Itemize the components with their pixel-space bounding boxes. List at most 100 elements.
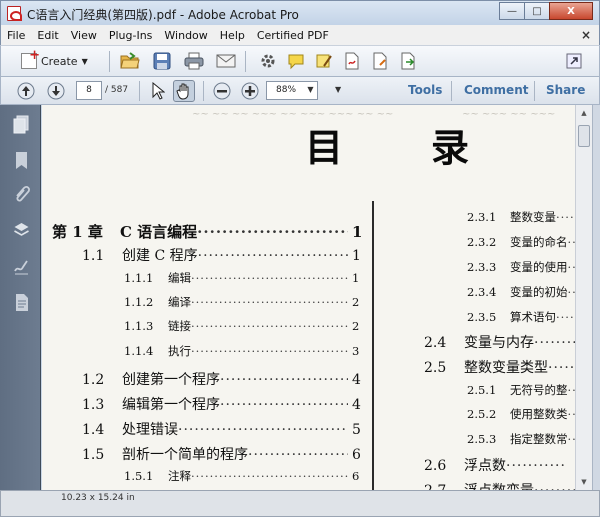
minimize-button[interactable]: —: [499, 2, 525, 20]
acrobat-app-icon[interactable]: [7, 6, 22, 21]
toc-leader-dots: ········································…: [534, 335, 575, 351]
toc-entry-page: 2: [352, 319, 360, 333]
layers-icon[interactable]: [13, 221, 30, 240]
toc-leader-dots: ········································…: [197, 248, 348, 264]
toc-leader-dots: ········································…: [567, 383, 576, 397]
toc-entry-page: 5: [352, 422, 361, 438]
toc-entry-number: 第 1 章: [52, 223, 103, 241]
scroll-up-icon[interactable]: ▲: [576, 105, 592, 121]
toc-entry-number: 2.6: [424, 458, 447, 474]
toc-entry-title: 算术语句: [510, 310, 556, 324]
scroll-down-icon[interactable]: ▼: [576, 474, 592, 490]
sign-document-icon[interactable]: [341, 50, 363, 72]
toc-leader-dots: ········································…: [220, 372, 348, 388]
toc-entry-number: 1.1.4: [124, 344, 154, 358]
toc-entry: 1.2 创建第一个程序······························…: [82, 369, 361, 389]
vertical-scrollbar[interactable]: ▲ ▼: [575, 105, 592, 490]
toc-entry-number: 2.5.1: [467, 383, 497, 397]
menu-certified-pdf[interactable]: Certified PDF: [251, 29, 335, 42]
toc-entry-title: 指定整数常: [510, 432, 568, 446]
previous-page-icon[interactable]: [15, 80, 37, 102]
signatures-icon[interactable]: [13, 257, 30, 276]
highlight-pen-icon[interactable]: [313, 50, 335, 72]
toc-entry: 1.1.2 编译 ·································…: [124, 294, 359, 310]
toc-leader-dots: ········································…: [197, 223, 348, 241]
toc-entry: 2.3.3 变量的使用······························…: [467, 259, 575, 275]
document-close-icon[interactable]: ×: [581, 28, 591, 42]
save-icon[interactable]: [151, 50, 173, 72]
zoom-in-icon[interactable]: [239, 80, 261, 102]
document-view[interactable]: ~~ ~~ ~~ ~~~ ~~ ~~~ ~~~ ~~ ~~ ~~ ~~~ ~~ …: [42, 105, 575, 490]
toc-entry-number: 1.5.1: [124, 469, 154, 483]
toc-entry-number: 1.4: [82, 422, 105, 438]
scrollbar-thumb[interactable]: [578, 125, 590, 147]
comment-pane-button[interactable]: Comment: [464, 83, 528, 97]
toc-leader-dots: ········································…: [548, 360, 575, 376]
next-page-icon[interactable]: [45, 80, 67, 102]
select-cursor-icon[interactable]: [147, 80, 169, 102]
navigation-toolbar: 8 / 587 88% ▼ ▼ Tools Comment Share: [0, 77, 600, 105]
toc-leader-dots: ········································…: [567, 432, 576, 446]
menu-window[interactable]: Window: [158, 29, 213, 42]
column-divider: [372, 201, 374, 490]
toc-leader-dots: ········································…: [178, 422, 348, 438]
more-tools-dropdown-icon[interactable]: ▼: [335, 85, 341, 94]
toc-entry: 2.5.1 无符号的整······························…: [467, 382, 575, 398]
toc-leader-dots: ········································…: [567, 285, 576, 299]
hand-tool-icon[interactable]: [173, 80, 195, 102]
toc-entry-title: 变量与内存: [464, 335, 534, 351]
toc-entry-number: 2.3.3: [467, 260, 497, 274]
toc-leader-dots: ········································…: [191, 271, 348, 285]
tools-pane-button[interactable]: Tools: [408, 83, 442, 97]
open-folder-icon[interactable]: [119, 50, 141, 72]
toc-entry-number: 2.3.5: [467, 310, 497, 324]
toc-entry-title: 创建第一个程序: [122, 372, 220, 388]
page-thumbnails-icon[interactable]: [13, 115, 30, 134]
toc-entry-title: 执行: [168, 344, 191, 358]
expand-icon[interactable]: [563, 50, 585, 72]
toc-entry-number: 2.5.2: [467, 407, 497, 421]
print-icon[interactable]: [183, 50, 205, 72]
toc-entry-title: 无符号的整: [510, 383, 568, 397]
attachments-paperclip-icon[interactable]: [13, 185, 30, 204]
toc-leader-dots: ········································…: [191, 319, 348, 333]
bookmarks-icon[interactable]: [13, 151, 30, 170]
toc-title-char-1: 目: [305, 125, 344, 170]
menu-file[interactable]: File: [1, 29, 31, 42]
toc-entry: 1.1 创建 C 程序 ······························…: [82, 245, 361, 265]
toc-entry-number: 2.3.1: [467, 210, 497, 224]
toc-entry: 2.3.5 算术语句·······························…: [467, 309, 575, 325]
toc-entry: 2.6 浮点数··································…: [424, 455, 566, 475]
page-number-input[interactable]: 8: [76, 81, 102, 100]
toc-entry-title: 变量的初始: [510, 285, 568, 299]
toc-leader-dots: ········································…: [567, 260, 576, 274]
toc-entry-title: 整数变量: [510, 210, 556, 224]
settings-gear-icon[interactable]: [257, 50, 279, 72]
create-label: Create: [41, 54, 78, 68]
toc-title-char-2: 录: [431, 125, 470, 170]
toc-entry-page: 1: [352, 223, 363, 241]
toc-leader-dots: ········································…: [567, 407, 576, 421]
email-icon[interactable]: [215, 50, 237, 72]
menu-help[interactable]: Help: [214, 29, 251, 42]
menu-view[interactable]: View: [65, 29, 103, 42]
zoom-out-icon[interactable]: [211, 80, 233, 102]
toc-leader-dots: ········································…: [191, 344, 348, 358]
menu-plug-ins[interactable]: Plug-Ins: [103, 29, 159, 42]
export-document-icon[interactable]: [397, 50, 419, 72]
toc-entry-title: 编译: [168, 295, 191, 309]
toc-entry-title: 剖析一个简单的程序: [122, 447, 248, 463]
pdf-document-icon[interactable]: [369, 50, 391, 72]
close-button[interactable]: X: [549, 2, 593, 20]
toc-entry-title: 链接: [168, 319, 191, 333]
content-document-icon[interactable]: [13, 293, 30, 312]
share-pane-button[interactable]: Share: [546, 83, 585, 97]
toc-entry-page: 2: [352, 295, 360, 309]
create-button[interactable]: Create ▼: [15, 48, 94, 72]
zoom-dropdown-icon[interactable]: ▼: [304, 81, 317, 98]
menu-edit[interactable]: Edit: [31, 29, 64, 42]
toc-entry-page: 4: [352, 372, 361, 388]
maximize-button[interactable]: □: [524, 2, 550, 20]
comment-bubble-icon[interactable]: [285, 50, 307, 72]
toc-entry: 1.5.1 注释 ·································…: [124, 468, 359, 484]
